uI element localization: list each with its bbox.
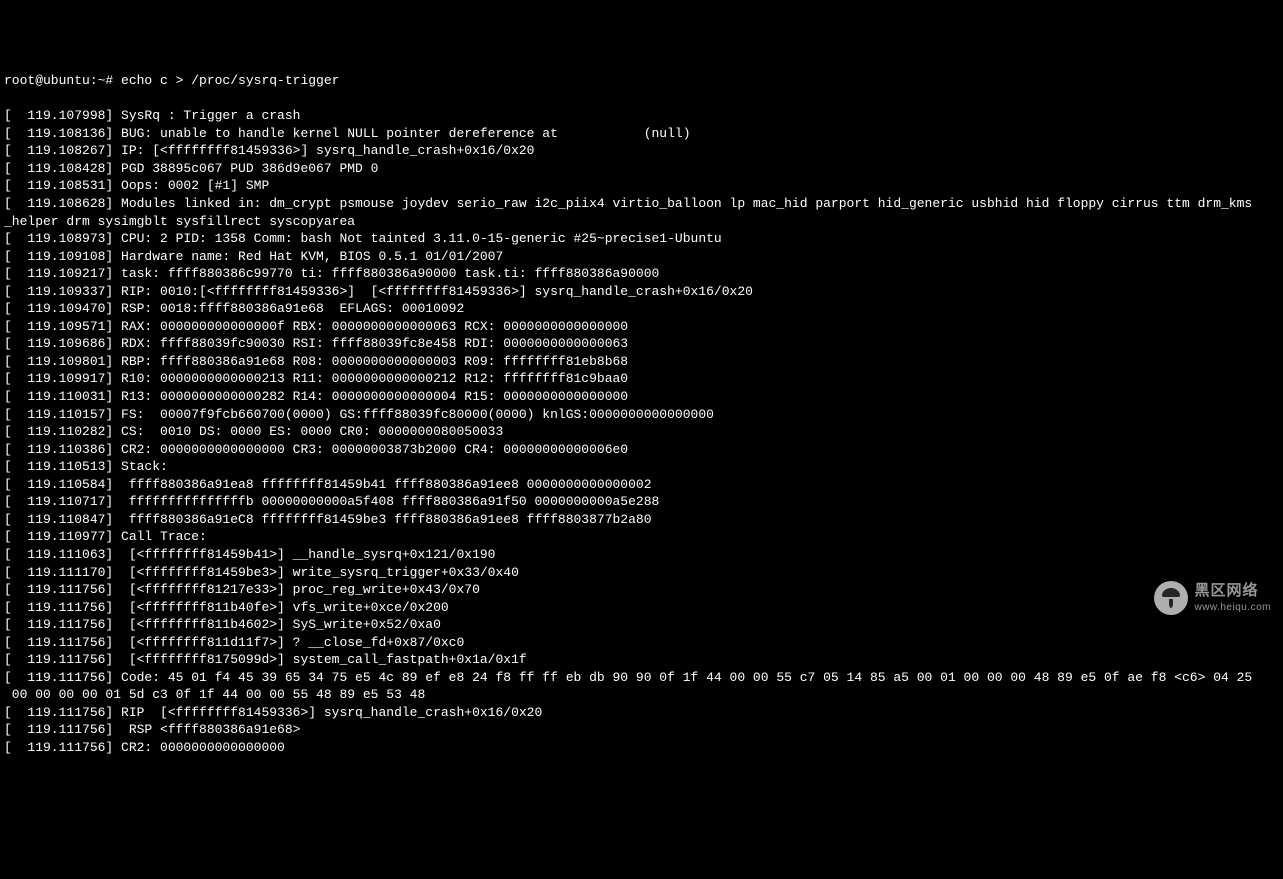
output-line: [ 119.109917] R10: 0000000000000213 R11:…	[4, 370, 1279, 388]
output-line: [ 119.111756] [<ffffffff811b4602>] SyS_w…	[4, 616, 1279, 634]
output-line: [ 119.109470] RSP: 0018:ffff880386a91e68…	[4, 300, 1279, 318]
output-line: [ 119.110717] fffffffffffffffb 000000000…	[4, 493, 1279, 511]
output-line: [ 119.111756] CR2: 0000000000000000	[4, 739, 1279, 757]
output-line: [ 119.109108] Hardware name: Red Hat KVM…	[4, 248, 1279, 266]
output-line: [ 119.111756] RSP <ffff880386a91e68>	[4, 721, 1279, 739]
output-line: [ 119.110977] Call Trace:	[4, 528, 1279, 546]
output-line: [ 119.111063] [<ffffffff81459b41>] __han…	[4, 546, 1279, 564]
mushroom-icon	[1154, 581, 1188, 615]
watermark-text: 黑区网络 www.heiqu.com	[1194, 581, 1271, 615]
output-line: [ 119.108136] BUG: unable to handle kern…	[4, 125, 1279, 143]
output-line: [ 119.108973] CPU: 2 PID: 1358 Comm: bas…	[4, 230, 1279, 248]
output-line: [ 119.109217] task: ffff880386c99770 ti:…	[4, 265, 1279, 283]
output-line: [ 119.110386] CR2: 0000000000000000 CR3:…	[4, 441, 1279, 459]
output-line: [ 119.110847] ffff880386a91eC8 ffffffff8…	[4, 511, 1279, 529]
command-prompt: root@ubuntu:~# echo c > /proc/sysrq-trig…	[4, 72, 1279, 90]
watermark-sub-label: www.heiqu.com	[1194, 601, 1271, 615]
output-line: [ 119.109801] RBP: ffff880386a91e68 R08:…	[4, 353, 1279, 371]
kernel-output: [ 119.107998] SysRq : Trigger a crash[ 1…	[4, 107, 1279, 756]
output-line: [ 119.111756] [<ffffffff8175099d>] syste…	[4, 651, 1279, 669]
output-line: [ 119.108267] IP: [<ffffffff81459336>] s…	[4, 142, 1279, 160]
output-line: [ 119.109686] RDX: ffff88039fc90030 RSI:…	[4, 335, 1279, 353]
output-line: [ 119.108428] PGD 38895c067 PUD 386d9e06…	[4, 160, 1279, 178]
output-line: [ 119.111756] Code: 45 01 f4 45 39 65 34…	[4, 669, 1279, 687]
output-line: _helper drm sysimgblt sysfillrect syscop…	[4, 213, 1279, 231]
output-line: [ 119.109571] RAX: 000000000000000f RBX:…	[4, 318, 1279, 336]
output-line: [ 119.108531] Oops: 0002 [#1] SMP	[4, 177, 1279, 195]
output-line: [ 119.108628] Modules linked in: dm_cryp…	[4, 195, 1279, 213]
output-line: [ 119.111170] [<ffffffff81459be3>] write…	[4, 564, 1279, 582]
output-line: 00 00 00 00 01 5d c3 0f 1f 44 00 00 55 4…	[4, 686, 1279, 704]
output-line: [ 119.110157] FS: 00007f9fcb660700(0000)…	[4, 406, 1279, 424]
watermark: 黑区网络 www.heiqu.com	[1154, 581, 1271, 615]
output-line: [ 119.111756] RIP [<ffffffff81459336>] s…	[4, 704, 1279, 722]
output-line: [ 119.110584] ffff880386a91ea8 ffffffff8…	[4, 476, 1279, 494]
output-line: [ 119.110513] Stack:	[4, 458, 1279, 476]
output-line: [ 119.107998] SysRq : Trigger a crash	[4, 107, 1279, 125]
output-line: [ 119.109337] RIP: 0010:[<ffffffff814593…	[4, 283, 1279, 301]
output-line: [ 119.110282] CS: 0010 DS: 0000 ES: 0000…	[4, 423, 1279, 441]
output-line: [ 119.111756] [<ffffffff81217e33>] proc_…	[4, 581, 1279, 599]
watermark-main-label: 黑区网络	[1194, 581, 1271, 601]
output-line: [ 119.111756] [<ffffffff811b40fe>] vfs_w…	[4, 599, 1279, 617]
output-line: [ 119.111756] [<ffffffff811d11f7>] ? __c…	[4, 634, 1279, 652]
output-line: [ 119.110031] R13: 0000000000000282 R14:…	[4, 388, 1279, 406]
